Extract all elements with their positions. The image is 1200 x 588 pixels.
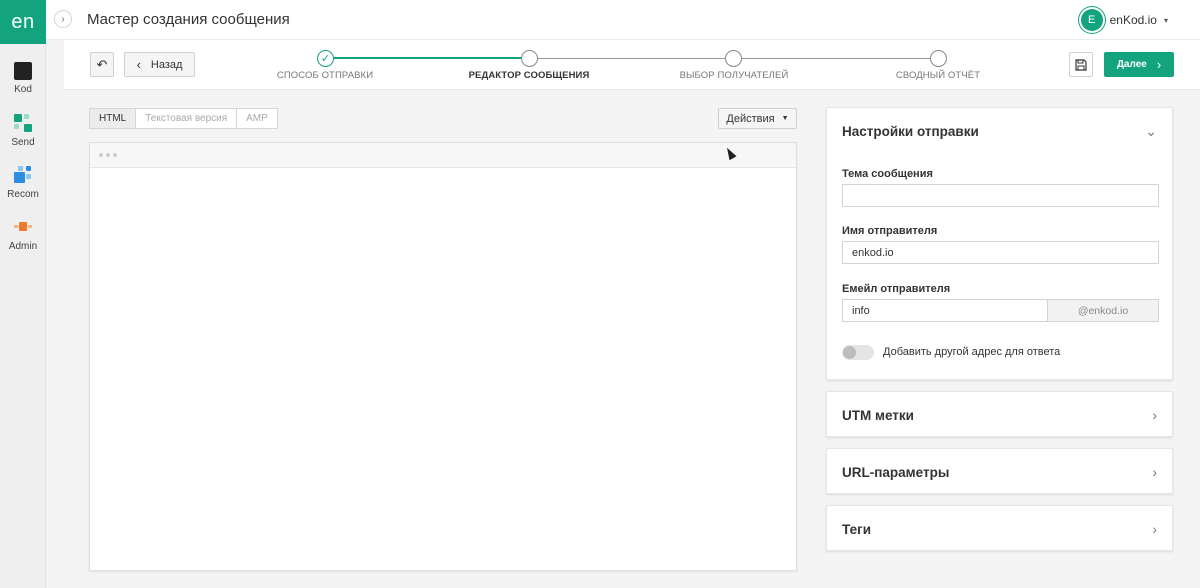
- undo-button[interactable]: ↶: [90, 52, 114, 77]
- caret-down-icon: ▼: [781, 115, 789, 122]
- url-params-panel-header[interactable]: URL-параметры ›: [827, 449, 1172, 495]
- next-button[interactable]: Далее ›: [1104, 52, 1174, 77]
- page-title: Мастер создания сообщения: [87, 11, 290, 28]
- tab-html[interactable]: HTML: [89, 108, 137, 129]
- sender-name-input[interactable]: enkod.io: [842, 241, 1159, 264]
- url-params-panel-title: URL-параметры: [842, 464, 950, 480]
- subject-label: Тема сообщения: [842, 168, 933, 180]
- chevron-down-icon: ⌄: [1145, 122, 1157, 139]
- step-label-method: СПОСОБ ОТПРАВКИ: [276, 70, 374, 81]
- rail-item-recom[interactable]: Recom: [0, 165, 46, 200]
- chevron-right-icon[interactable]: ›: [54, 10, 72, 28]
- actions-dropdown-button[interactable]: Действия ▼: [718, 108, 797, 129]
- step-label-report: СВОДНЫЙ ОТЧЁТ: [895, 70, 981, 81]
- chevron-right-icon: ›: [1152, 407, 1157, 423]
- editor-tabs: HTML Текстовая версия AMP: [89, 108, 278, 129]
- chevron-right-icon: ›: [1152, 464, 1157, 480]
- utm-panel-header[interactable]: UTM метки ›: [827, 392, 1172, 438]
- next-button-label: Далее: [1116, 59, 1147, 70]
- avatar: E: [1080, 9, 1103, 31]
- chevron-right-icon: ›: [1156, 57, 1162, 72]
- send-settings-title: Настройки отправки: [842, 123, 979, 139]
- url-params-panel[interactable]: URL-параметры ›: [826, 448, 1173, 494]
- wizard-toolbar: ↶ ‹ Назад ✓ СПОСОБ ОТПРАВКИ РЕДАКТОР СОО…: [64, 40, 1200, 90]
- chevron-right-icon: ›: [1152, 521, 1157, 537]
- rail-item-label: Send: [11, 137, 35, 148]
- step-dot-recipients[interactable]: [725, 50, 742, 67]
- editor-title-bar: [90, 143, 796, 168]
- utm-panel[interactable]: UTM метки ›: [826, 391, 1173, 437]
- send-settings-panel: Настройки отправки ⌄ Тема сообщения Имя …: [826, 107, 1173, 380]
- app-logo[interactable]: en: [0, 0, 46, 44]
- rail-item-label: Kod: [14, 84, 32, 95]
- step-label-editor: РЕДАКТОР СООБЩЕНИЯ: [468, 70, 590, 81]
- sender-email-label: Емейл отправителя: [842, 283, 951, 295]
- send-icon: [13, 113, 33, 133]
- html-editor[interactable]: [89, 142, 797, 571]
- reply-address-toggle[interactable]: [842, 345, 874, 360]
- chevron-left-icon: ‹: [136, 57, 141, 72]
- sender-email-input[interactable]: info: [842, 299, 1048, 322]
- tags-panel-title: Теги: [842, 521, 872, 537]
- tab-amp[interactable]: AMP: [236, 108, 278, 129]
- recom-icon: [13, 165, 33, 185]
- save-button[interactable]: [1069, 52, 1093, 77]
- top-header: Мастер создания сообщения E enKod.io ▾: [46, 0, 1200, 40]
- undo-icon: ↶: [96, 56, 108, 72]
- rail-item-send[interactable]: Send: [0, 113, 46, 148]
- caret-down-icon: ▾: [1163, 15, 1168, 25]
- sender-email-domain: @enkod.io: [1047, 299, 1159, 322]
- step-check-icon[interactable]: ✓: [317, 50, 334, 67]
- window-dots-icon: [99, 153, 120, 157]
- send-settings-header[interactable]: Настройки отправки ⌄: [827, 108, 1172, 154]
- step-dot-report[interactable]: [930, 50, 947, 67]
- step-connector-done: [334, 57, 530, 59]
- account-menu[interactable]: E enKod.io ▾: [1080, 9, 1168, 31]
- step-dot-editor[interactable]: [521, 50, 538, 67]
- tab-text-version[interactable]: Текстовая версия: [135, 108, 238, 129]
- tags-panel[interactable]: Теги ›: [826, 505, 1173, 551]
- rail-item-kod[interactable]: Kod: [0, 62, 46, 95]
- reply-address-label: Добавить другой адрес для ответа: [883, 346, 1061, 358]
- rail-item-label: Recom: [7, 189, 39, 200]
- rail-item-label: Admin: [8, 241, 38, 252]
- step-label-recipients: ВЫБОР ПОЛУЧАТЕЛЕЙ: [679, 70, 789, 81]
- actions-button-label: Действия: [726, 112, 775, 125]
- save-icon: [1075, 58, 1087, 71]
- utm-panel-title: UTM метки: [842, 407, 914, 423]
- tags-panel-header[interactable]: Теги ›: [827, 506, 1172, 552]
- back-button-label: Назад: [150, 58, 183, 71]
- kod-icon: [14, 62, 32, 80]
- left-rail: en Kod Send Recom Admin: [0, 0, 46, 588]
- toggle-knob: [843, 346, 856, 359]
- sender-name-label: Имя отправителя: [842, 225, 938, 237]
- subject-input[interactable]: [842, 184, 1159, 207]
- admin-icon: [13, 217, 33, 237]
- account-name: enKod.io: [1109, 13, 1157, 27]
- back-button[interactable]: ‹ Назад: [124, 52, 195, 77]
- rail-item-admin[interactable]: Admin: [0, 217, 46, 252]
